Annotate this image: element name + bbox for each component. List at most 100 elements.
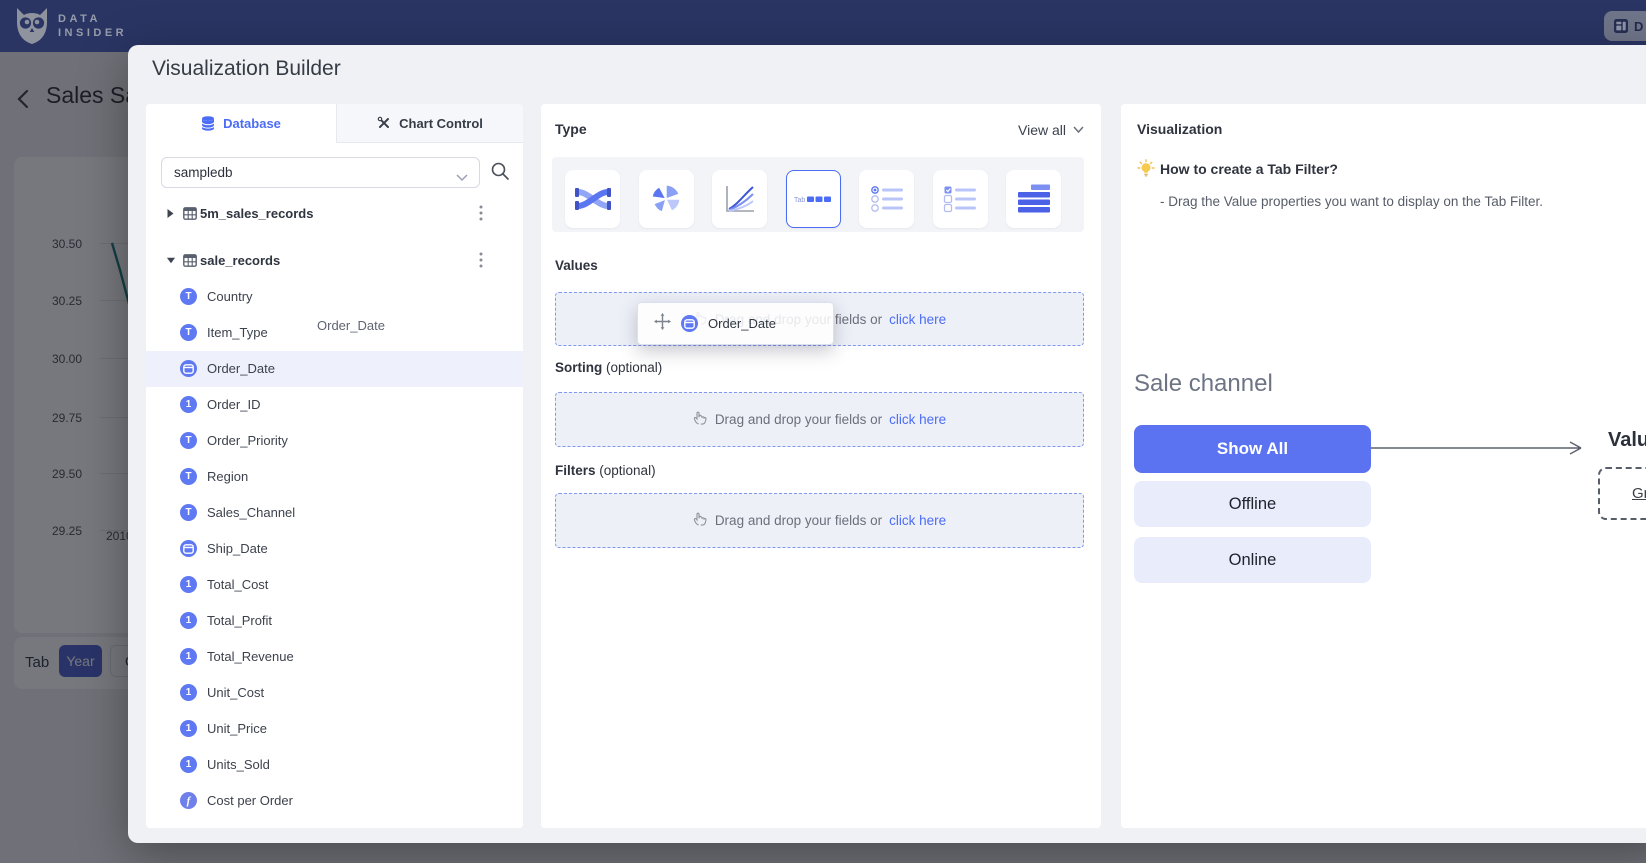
- filters-dropzone[interactable]: Drag and drop your fields or click here: [555, 493, 1084, 548]
- field-label: Total_Profit: [207, 613, 272, 628]
- dashboard-button[interactable]: D: [1604, 11, 1646, 41]
- builder-panel: Type View all Tab Values Drag and drop y…: [541, 104, 1101, 828]
- field-row-order-id[interactable]: 1Order_ID: [146, 387, 523, 423]
- text-field-icon: T: [180, 324, 197, 341]
- tab-database-label: Database: [223, 116, 281, 131]
- preview-button-offline[interactable]: Offline: [1134, 481, 1371, 527]
- tree-table-sale-records[interactable]: sale_records: [146, 245, 523, 275]
- sorting-click-here-link[interactable]: click here: [889, 412, 946, 427]
- field-row-order-priority[interactable]: T Order_Priority: [146, 423, 523, 459]
- field-row-total-cost[interactable]: 1Total_Cost: [146, 567, 523, 603]
- preview-button-online[interactable]: Online: [1134, 537, 1371, 583]
- field-label: Unit_Cost: [207, 685, 264, 700]
- field-row-cost-per-order[interactable]: f Cost per Order: [146, 783, 523, 819]
- text-field-icon: T: [180, 504, 197, 521]
- sorting-dropzone[interactable]: Drag and drop your fields or click here: [555, 392, 1084, 447]
- field-label: Item_Type: [207, 325, 268, 340]
- logo-line1: DATA: [58, 13, 127, 25]
- field-row-country[interactable]: TCountry: [146, 279, 523, 315]
- sorting-section-label: Sorting (optional): [555, 360, 662, 375]
- field-row-total-revenue[interactable]: 1Total_Revenue: [146, 639, 523, 675]
- tip-body: - Drag the Value properties you want to …: [1160, 194, 1543, 209]
- values-click-here-link[interactable]: click here: [889, 312, 946, 327]
- field-label: Total_Cost: [207, 577, 268, 592]
- datasource-select[interactable]: sampledb: [161, 157, 480, 188]
- owl-icon: [14, 7, 50, 45]
- visualization-builder-modal: Visualization Builder Database: [128, 45, 1646, 843]
- logo-text: DATA INSIDER: [58, 13, 127, 39]
- chart-type-sankey-chart[interactable]: [565, 170, 620, 228]
- field-row-sales-channel[interactable]: T Sales_Channel: [146, 495, 523, 531]
- chart-type-pie-chart[interactable]: [639, 170, 694, 228]
- date-icon: [681, 315, 698, 332]
- field-label: Units_Sold: [207, 757, 270, 772]
- field-label: Country: [207, 289, 253, 304]
- field-row-unit-cost[interactable]: 1 Unit_Cost: [146, 675, 523, 711]
- field-label: Sales_Channel: [207, 505, 295, 520]
- field-row-units-sold[interactable]: 1 Units_Sold: [146, 747, 523, 783]
- field-row-total-profit[interactable]: 1 Total_Profit: [146, 603, 523, 639]
- table-icon: [183, 254, 197, 267]
- drag-ghost-label: Order_Date: [317, 318, 385, 333]
- values-section-label: Values: [555, 258, 598, 273]
- magnifier-icon[interactable]: [490, 161, 510, 186]
- chart-type-tab-filter[interactable]: Tab: [786, 170, 841, 228]
- chart-type-checkbox-list[interactable]: [933, 170, 988, 228]
- date-field-icon: [180, 360, 197, 377]
- field-row-ship-date[interactable]: Ship_Date: [146, 531, 523, 567]
- number-field-icon: 1: [180, 396, 197, 413]
- hand-drag-icon: [693, 409, 708, 430]
- dragged-field-label: Order_Date: [708, 316, 776, 331]
- caret-right-icon[interactable]: [166, 208, 176, 219]
- text-field-icon: T: [180, 468, 197, 485]
- chart-type-radio-list[interactable]: [859, 170, 914, 228]
- dragged-field-chip[interactable]: Order_Date: [637, 302, 834, 345]
- kebab-menu-icon[interactable]: [473, 205, 489, 221]
- kebab-menu-icon[interactable]: [473, 252, 489, 268]
- svg-text:Tab: Tab: [794, 197, 805, 204]
- filters-section-label: Filters (optional): [555, 463, 656, 478]
- view-all-button[interactable]: View all: [1018, 122, 1084, 138]
- field-label: Order_Priority: [207, 433, 288, 448]
- field-row-unit-price[interactable]: 1 Unit_Price: [146, 711, 523, 747]
- number-field-icon: 1: [180, 612, 197, 629]
- field-label: Ship_Date: [207, 541, 268, 556]
- number-field-icon: 1: [180, 684, 197, 701]
- tab-chart-control[interactable]: Chart Control: [336, 104, 523, 143]
- preview-title: Sale channel: [1134, 370, 1273, 398]
- view-all-label: View all: [1018, 122, 1066, 138]
- caret-down-icon[interactable]: [166, 256, 176, 265]
- database-panel: Database Chart Control sampledb: [146, 104, 523, 828]
- chart-type-line-chart[interactable]: [712, 170, 767, 228]
- text-field-icon: T: [180, 432, 197, 449]
- group-annotation-label[interactable]: Group: [1632, 485, 1646, 502]
- field-label: Region: [207, 469, 248, 484]
- filters-click-here-link[interactable]: click here: [889, 513, 946, 528]
- date-field-icon: [180, 540, 197, 557]
- app-root: Sales Sa 30.5030.2530.0029.7529.5029.25 …: [0, 0, 1646, 863]
- tab-chart-control-label: Chart Control: [399, 116, 483, 131]
- field-label: Cost per Order: [207, 793, 293, 808]
- logo-line2: INSIDER: [58, 27, 127, 39]
- preview-button-show-all[interactable]: Show All: [1134, 425, 1371, 473]
- tree-table-label: 5m_sales_records: [200, 206, 313, 221]
- number-field-icon: 1: [180, 756, 197, 773]
- sorting-placeholder: Drag and drop your fields or: [715, 412, 882, 427]
- chart-type-dropdown-list[interactable]: [1006, 170, 1061, 228]
- value-annotation-label: Value: [1608, 429, 1646, 452]
- field-row-region[interactable]: T Region: [146, 459, 523, 495]
- database-icon: [201, 116, 215, 131]
- number-field-icon: 1: [180, 720, 197, 737]
- hand-drag-icon: [693, 510, 708, 531]
- field-row-order-date[interactable]: Order_Date: [146, 351, 523, 387]
- field-label: Unit_Price: [207, 721, 267, 736]
- visualization-panel: Visualization How to create a Tab Filter…: [1121, 104, 1646, 828]
- tab-database[interactable]: Database: [146, 104, 336, 143]
- tree-table-5m-sales-records[interactable]: 5m_sales_records: [146, 198, 523, 228]
- tree-table-label: sale_records: [200, 253, 280, 268]
- tools-icon: [377, 116, 391, 130]
- chevron-down-icon: [456, 170, 468, 185]
- function-field-icon: f: [180, 792, 197, 809]
- table-icon: [183, 207, 197, 220]
- modal-title: Visualization Builder: [152, 57, 341, 81]
